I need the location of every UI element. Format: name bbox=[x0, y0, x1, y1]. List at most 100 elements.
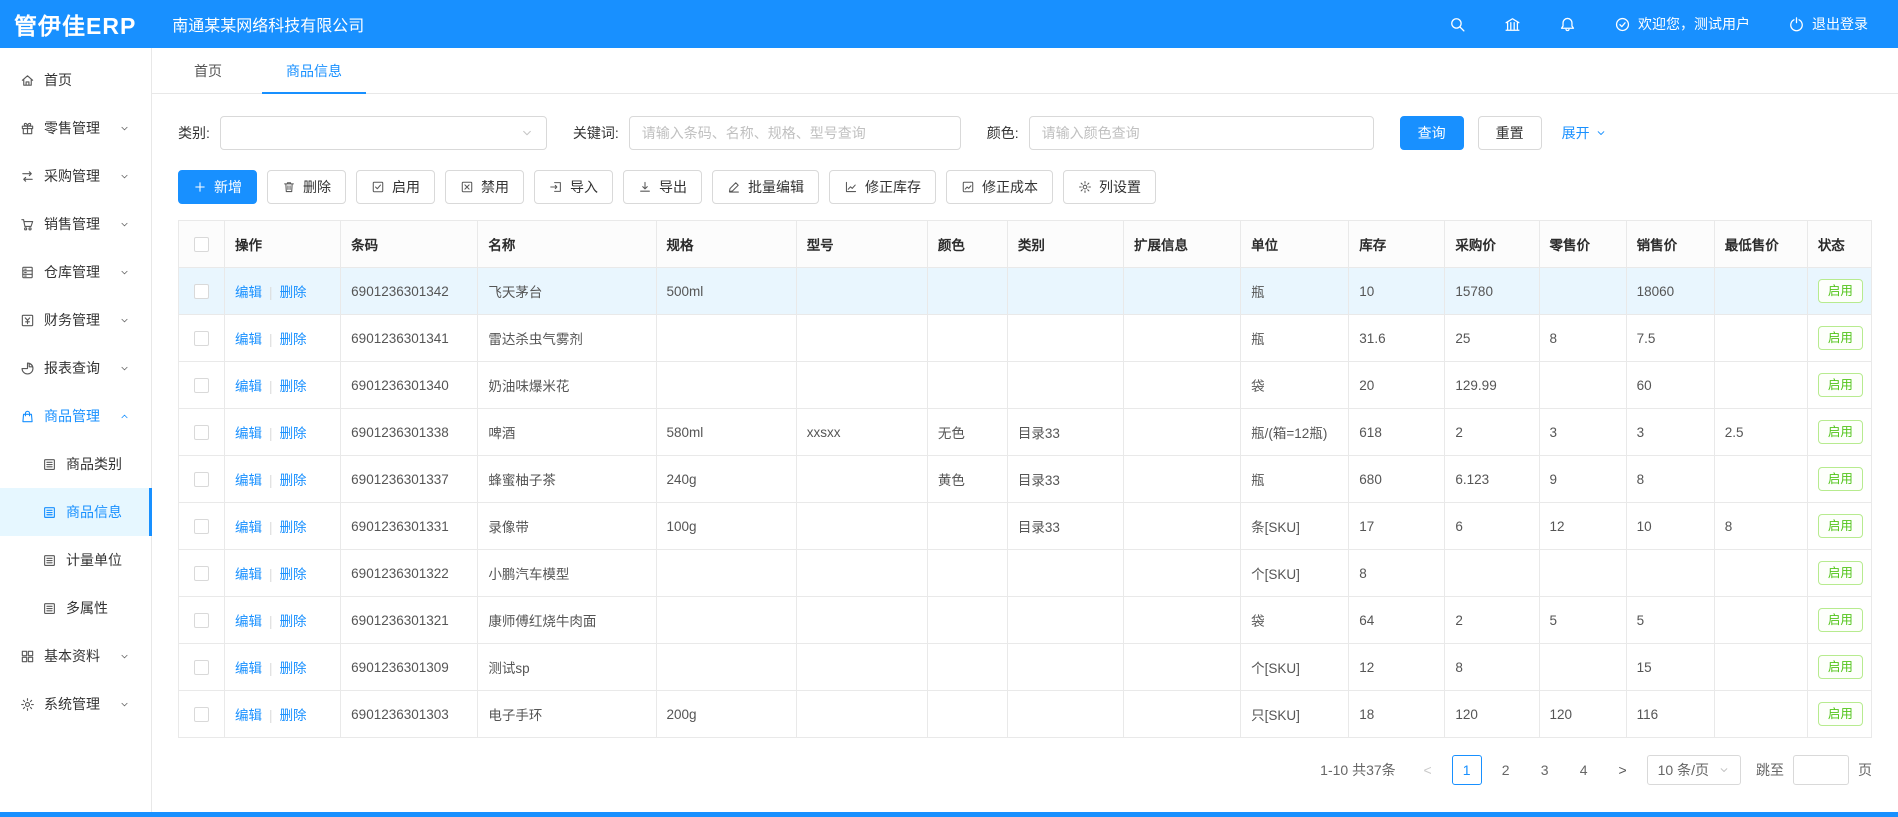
doc-icon bbox=[42, 553, 57, 568]
row-checkbox[interactable] bbox=[194, 472, 209, 487]
tab-home[interactable]: 首页 bbox=[184, 48, 232, 93]
sidebar-item-label: 多属性 bbox=[66, 598, 139, 618]
sidebar-item-report[interactable]: 报表查询 bbox=[0, 344, 151, 392]
table-cell: 10 bbox=[1349, 268, 1445, 315]
delete-link[interactable]: 删除 bbox=[280, 426, 307, 441]
tab-goods-info[interactable]: 商品信息 bbox=[276, 48, 352, 93]
table-cell bbox=[927, 362, 1007, 409]
category-select[interactable] bbox=[220, 116, 547, 150]
table-cell: 12 bbox=[1539, 503, 1626, 550]
row-checkbox[interactable] bbox=[194, 660, 209, 675]
table-row: 编辑|删除6901236301342飞天茅台500ml瓶101578018060… bbox=[179, 268, 1872, 315]
add-button[interactable]: 新增 bbox=[178, 170, 257, 204]
row-checkbox[interactable] bbox=[194, 284, 209, 299]
row-checkbox[interactable] bbox=[194, 519, 209, 534]
delete-link[interactable]: 删除 bbox=[280, 567, 307, 582]
sidebar-item-attributes[interactable]: 多属性 bbox=[0, 584, 151, 632]
select-all-checkbox[interactable] bbox=[194, 237, 209, 252]
table-row: 编辑|删除6901236301321康师傅红烧牛肉面袋64255启用 bbox=[179, 597, 1872, 644]
edit-link[interactable]: 编辑 bbox=[235, 285, 262, 300]
table-cell: 6901236301340 bbox=[341, 362, 478, 409]
export-button[interactable]: 导出 bbox=[623, 170, 702, 204]
action-separator: | bbox=[269, 426, 273, 441]
edit-link[interactable]: 编辑 bbox=[235, 473, 262, 488]
delete-link[interactable]: 删除 bbox=[280, 661, 307, 676]
sidebar-item-goods[interactable]: 商品管理 bbox=[0, 392, 151, 440]
disable-button[interactable]: 禁用 bbox=[445, 170, 524, 204]
table-cell bbox=[1124, 456, 1241, 503]
page-size-select[interactable]: 10 条/页 bbox=[1647, 755, 1741, 785]
sidebar-item-goods-info[interactable]: 商品信息 bbox=[0, 488, 151, 536]
row-checkbox[interactable] bbox=[194, 566, 209, 581]
edit-link[interactable]: 编辑 bbox=[235, 614, 262, 629]
action-separator: | bbox=[269, 379, 273, 394]
edit-link[interactable]: 编辑 bbox=[235, 708, 262, 723]
sidebar-item-purchase[interactable]: 采购管理 bbox=[0, 152, 151, 200]
delete-link[interactable]: 删除 bbox=[280, 379, 307, 394]
table-cell: 17 bbox=[1349, 503, 1445, 550]
row-checkbox[interactable] bbox=[194, 425, 209, 440]
delete-link[interactable]: 删除 bbox=[280, 708, 307, 723]
column-header: 型号 bbox=[796, 221, 927, 268]
delete-link[interactable]: 删除 bbox=[280, 614, 307, 629]
sidebar-item-retail[interactable]: 零售管理 bbox=[0, 104, 151, 152]
page-button-1[interactable]: 1 bbox=[1452, 755, 1482, 785]
jump-page-input[interactable] bbox=[1793, 755, 1849, 785]
gear-icon bbox=[1078, 180, 1092, 194]
row-checkbox[interactable] bbox=[194, 613, 209, 628]
close-square-icon bbox=[460, 180, 474, 194]
search-icon[interactable] bbox=[1449, 16, 1466, 33]
row-checkbox[interactable] bbox=[194, 707, 209, 722]
delete-link[interactable]: 删除 bbox=[280, 520, 307, 535]
table-cell: 袋 bbox=[1241, 597, 1349, 644]
edit-link[interactable]: 编辑 bbox=[235, 332, 262, 347]
reset-button[interactable]: 重置 bbox=[1478, 116, 1542, 150]
bank-icon[interactable] bbox=[1504, 16, 1521, 33]
sidebar-item-basic[interactable]: 基本资料 bbox=[0, 632, 151, 680]
action-separator: | bbox=[269, 473, 273, 488]
table-cell: 2 bbox=[1445, 409, 1539, 456]
color-input[interactable] bbox=[1029, 116, 1374, 150]
keyword-input[interactable] bbox=[629, 116, 961, 150]
sidebar-item-goods-category[interactable]: 商品类别 bbox=[0, 440, 151, 488]
pagination-next[interactable]: > bbox=[1608, 755, 1638, 785]
bell-icon[interactable] bbox=[1559, 16, 1576, 33]
batch-edit-button[interactable]: 批量编辑 bbox=[712, 170, 819, 204]
logout-button[interactable]: 退出登录 bbox=[1788, 14, 1868, 34]
table-row: 编辑|删除6901236301309测试sp个[SKU]12815启用 bbox=[179, 644, 1872, 691]
page-button-4[interactable]: 4 bbox=[1569, 755, 1599, 785]
delete-link[interactable]: 删除 bbox=[280, 473, 307, 488]
edit-link[interactable]: 编辑 bbox=[235, 379, 262, 394]
sidebar-item-finance[interactable]: 财务管理 bbox=[0, 296, 151, 344]
table-cell: 15780 bbox=[1445, 268, 1539, 315]
pagination: 1-10 共37条 < 1234 > 10 条/页 跳至 页 bbox=[152, 738, 1898, 785]
sidebar-item-home[interactable]: 首页 bbox=[0, 56, 151, 104]
enable-button[interactable]: 启用 bbox=[356, 170, 435, 204]
edit-link[interactable]: 编辑 bbox=[235, 567, 262, 582]
search-button[interactable]: 查询 bbox=[1400, 116, 1464, 150]
edit-link[interactable]: 编辑 bbox=[235, 520, 262, 535]
sidebar-item-unit[interactable]: 计量单位 bbox=[0, 536, 151, 584]
table-cell: 啤酒 bbox=[478, 409, 656, 456]
pagination-prev[interactable]: < bbox=[1413, 755, 1443, 785]
user-welcome[interactable]: 欢迎您，测试用户 bbox=[1614, 14, 1750, 34]
expand-toggle[interactable]: 展开 bbox=[1562, 123, 1607, 143]
table-row: 编辑|删除6901236301303电子手环200g只[SKU]18120120… bbox=[179, 691, 1872, 738]
sidebar-item-system[interactable]: 系统管理 bbox=[0, 680, 151, 728]
column-setting-button[interactable]: 列设置 bbox=[1063, 170, 1156, 204]
sidebar-item-sale[interactable]: 销售管理 bbox=[0, 200, 151, 248]
row-checkbox[interactable] bbox=[194, 331, 209, 346]
sidebar-item-warehouse[interactable]: 仓库管理 bbox=[0, 248, 151, 296]
delete-link[interactable]: 删除 bbox=[280, 285, 307, 300]
page-button-3[interactable]: 3 bbox=[1530, 755, 1560, 785]
table-body: 编辑|删除6901236301342飞天茅台500ml瓶101578018060… bbox=[179, 268, 1872, 738]
delete-button[interactable]: 删除 bbox=[267, 170, 346, 204]
edit-link[interactable]: 编辑 bbox=[235, 661, 262, 676]
fix-cost-button[interactable]: 修正成本 bbox=[946, 170, 1053, 204]
fix-stock-button[interactable]: 修正库存 bbox=[829, 170, 936, 204]
delete-link[interactable]: 删除 bbox=[280, 332, 307, 347]
edit-link[interactable]: 编辑 bbox=[235, 426, 262, 441]
row-checkbox[interactable] bbox=[194, 378, 209, 393]
import-button[interactable]: 导入 bbox=[534, 170, 613, 204]
page-button-2[interactable]: 2 bbox=[1491, 755, 1521, 785]
